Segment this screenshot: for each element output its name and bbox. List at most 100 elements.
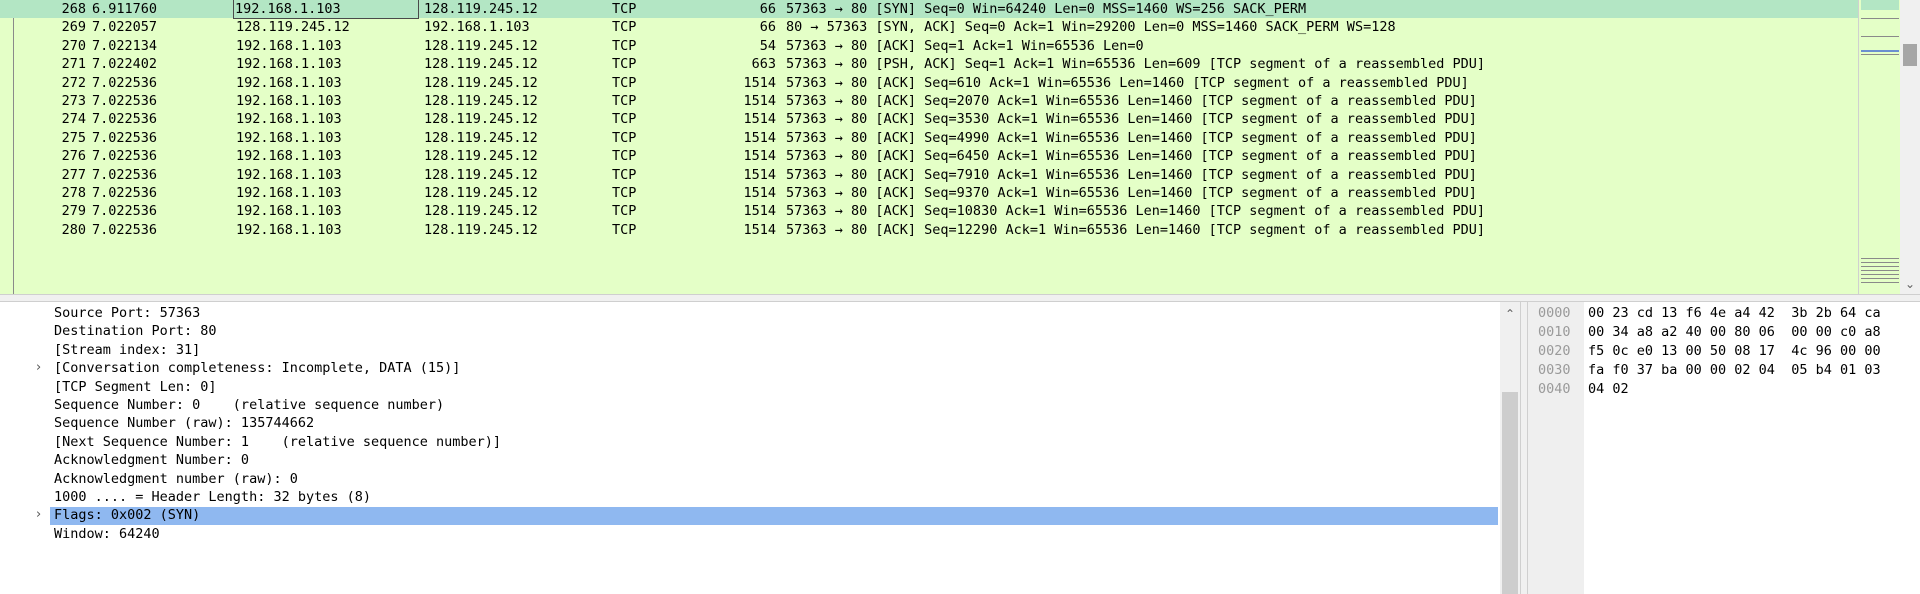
packet-time-cell: 7.022134: [92, 37, 158, 54]
pane-splitter-horizontal[interactable]: [0, 294, 1920, 302]
packet-row[interactable]: 276 7.022536 192.168.1.103 128.119.245.12 TC…: [0, 147, 1858, 165]
detail-row[interactable]: [Stream index: 31]: [0, 341, 1500, 359]
packet-len-cell: 1514: [743, 111, 776, 128]
minimap-viewport: [1861, 50, 1899, 52]
hex-offset: 0040: [1538, 381, 1571, 397]
packet-src-cell: 192.168.1.103: [236, 93, 342, 109]
packet-details-tree[interactable]: Source Port: 57363 Destination Port: 80 [S…: [0, 302, 1500, 594]
packet-no-cell: 276: [61, 148, 86, 165]
detail-field-text: Acknowledgment number (raw): 0: [54, 470, 298, 487]
packet-time-cell: 7.022536: [92, 221, 158, 238]
detail-field-text: Sequence Number: 0 (relative sequence nu…: [54, 397, 445, 413]
packet-dst-cell: 192.168.1.103: [424, 19, 530, 36]
packet-row[interactable]: 274 7.022536 192.168.1.103 128.119.245.12 TC…: [0, 110, 1858, 128]
packet-dst-cell: 128.119.245.12: [424, 56, 538, 73]
packet-info-cell: 57363 → 80 [ACK] Seq=7910 Ack=1 Win=6553…: [786, 166, 1477, 183]
packet-dst-cell: 128.119.245.12: [424, 148, 538, 165]
packet-len-cell: 1514: [743, 93, 776, 109]
packet-no-cell: 273: [61, 93, 86, 109]
packet-len-cell: 1514: [743, 148, 776, 165]
hex-bytes[interactable]: f5 0c e0 13 00 50 08 17 4c 96 00 00: [1588, 342, 1881, 361]
packet-len-cell: 66: [759, 19, 776, 36]
packet-row[interactable]: 273 7.022536 192.168.1.103 128.119.245.12 TC…: [0, 92, 1858, 110]
packet-no-cell: 272: [61, 74, 86, 91]
packet-info-cell: 57363 → 80 [ACK] Seq=9370 Ack=1 Win=6553…: [786, 185, 1477, 201]
packet-row[interactable]: 272 7.022536 192.168.1.103 128.119.245.12 TC…: [0, 74, 1858, 92]
scroll-up-arrow-icon[interactable]: ⌃: [1500, 306, 1520, 322]
detail-row[interactable]: Destination Port: 80: [0, 322, 1500, 340]
detail-field-text: Destination Port: 80: [54, 323, 217, 340]
minimap-marker: [1861, 36, 1899, 37]
hex-offset: 0030: [1538, 362, 1571, 378]
packet-info-cell: 57363 → 80 [ACK] Seq=10830 Ack=1 Win=655…: [786, 203, 1485, 220]
packet-src-cell: 192.168.1.103: [236, 74, 342, 91]
minimap-marker: [1861, 54, 1899, 55]
packet-row[interactable]: 270 7.022134 192.168.1.103 128.119.245.12 TC…: [0, 37, 1858, 55]
details-scroll-thumb[interactable]: [1502, 392, 1518, 594]
hex-bytes[interactable]: 00 34 a8 a2 40 00 80 06 00 00 c0 a8: [1588, 323, 1881, 342]
packet-proto-cell: TCP: [612, 203, 637, 220]
packet-proto-cell: TCP: [612, 185, 637, 201]
packet-row[interactable]: 271 7.022402 192.168.1.103 128.119.245.12 TC…: [0, 55, 1858, 73]
scroll-down-arrow-icon[interactable]: ⌄: [1900, 276, 1920, 292]
packet-src-cell: 128.119.245.12: [236, 19, 350, 36]
packet-dst-cell: 128.119.245.12: [424, 221, 538, 238]
packet-row[interactable]: 268 6.911760 192.168.1.103 128.119.245.12 TC…: [0, 0, 1858, 20]
packet-src-cell: 192.168.1.103: [236, 166, 342, 183]
details-scrollbar[interactable]: ⌃: [1500, 302, 1520, 594]
packet-row[interactable]: 275 7.022536 192.168.1.103 128.119.245.12 TC…: [0, 129, 1858, 147]
detail-row[interactable]: › Flags: 0x002 (SYN): [0, 506, 1500, 525]
packet-dst-cell: 128.119.245.12: [424, 93, 538, 109]
focused-cell[interactable]: 192.168.1.103: [233, 0, 419, 20]
packet-bytes-pane[interactable]: 0000 00 23 cd 13 f6 4e a4 42 3b 2b 64 ca 0…: [1528, 302, 1920, 594]
detail-row[interactable]: Source Port: 57363: [0, 304, 1500, 322]
expand-chevron-icon[interactable]: ›: [36, 359, 41, 377]
packet-time-cell: 7.022536: [92, 74, 158, 91]
detail-row[interactable]: Acknowledgment number (raw): 0: [0, 470, 1500, 488]
packet-proto-cell: TCP: [612, 56, 637, 73]
hex-bytes[interactable]: 04 02: [1588, 380, 1629, 399]
packet-proto-cell: TCP: [612, 221, 637, 238]
detail-row[interactable]: Sequence Number: 0 (relative sequence nu…: [0, 396, 1500, 414]
packet-no-cell: 275: [61, 129, 86, 146]
detail-row[interactable]: 1000 .... = Header Length: 32 bytes (8): [0, 488, 1500, 506]
pane-splitter-vertical[interactable]: [1520, 302, 1528, 594]
packet-row[interactable]: 279 7.022536 192.168.1.103 128.119.245.12 TC…: [0, 202, 1858, 220]
packet-time-cell: 7.022536: [92, 148, 158, 165]
detail-row[interactable]: Window: 64240: [0, 525, 1500, 543]
packet-list-scrollbar[interactable]: ⌄: [1900, 0, 1920, 294]
packet-dst-cell: 128.119.245.12: [424, 1, 538, 17]
packet-minimap[interactable]: [1858, 0, 1901, 294]
packet-src-cell: 192.168.1.103: [236, 221, 342, 238]
packet-row[interactable]: 278 7.022536 192.168.1.103 128.119.245.12 TC…: [0, 184, 1858, 202]
expand-chevron-icon[interactable]: ›: [36, 506, 41, 524]
packet-info-cell: 57363 → 80 [ACK] Seq=3530 Ack=1 Win=6553…: [786, 111, 1477, 128]
detail-field-text: Acknowledgment Number: 0: [54, 452, 250, 469]
packet-src-cell: 192.168.1.103: [236, 56, 342, 73]
packet-len-cell: 663: [751, 56, 776, 73]
minimap-marker: [1861, 282, 1899, 283]
detail-row[interactable]: [Next Sequence Number: 1 (relative seque…: [0, 433, 1500, 451]
detail-field-text: Window: 64240: [54, 525, 160, 542]
packet-row[interactable]: 277 7.022536 192.168.1.103 128.119.245.12 TC…: [0, 166, 1858, 184]
packet-row[interactable]: 280 7.022536 192.168.1.103 128.119.245.12 TC…: [0, 221, 1858, 239]
packet-list[interactable]: 268 6.911760 192.168.1.103 128.119.245.12 TC…: [0, 0, 1858, 294]
packet-time-cell: 7.022536: [92, 93, 158, 109]
packet-src-cell: 192.168.1.103: [236, 37, 342, 54]
detail-row[interactable]: Acknowledgment Number: 0: [0, 451, 1500, 469]
hex-bytes[interactable]: fa f0 37 ba 00 00 02 04 05 b4 01 03: [1588, 361, 1881, 380]
hex-offset: 0020: [1538, 343, 1571, 359]
packet-info-cell: 57363 → 80 [ACK] Seq=610 Ack=1 Win=65536…: [786, 74, 1469, 91]
packet-row[interactable]: 269 7.022057 128.119.245.12 192.168.1.103 TC…: [0, 18, 1858, 36]
detail-row[interactable]: Sequence Number (raw): 135744662: [0, 414, 1500, 432]
packet-dst-cell: 128.119.245.12: [424, 111, 538, 128]
packet-time-cell: 7.022536: [92, 185, 158, 201]
packet-proto-cell: TCP: [612, 37, 637, 54]
detail-row[interactable]: [TCP Segment Len: 0]: [0, 378, 1500, 396]
packet-dst-cell: 128.119.245.12: [424, 166, 538, 183]
detail-row[interactable]: › [Conversation completeness: Incomplete,…: [0, 359, 1500, 377]
packet-list-scroll-thumb[interactable]: [1903, 44, 1917, 66]
detail-field-text: Flags: 0x002 (SYN): [54, 507, 201, 524]
hex-bytes[interactable]: 00 23 cd 13 f6 4e a4 42 3b 2b 64 ca: [1588, 304, 1881, 323]
packet-dst-cell: 128.119.245.12: [424, 74, 538, 91]
